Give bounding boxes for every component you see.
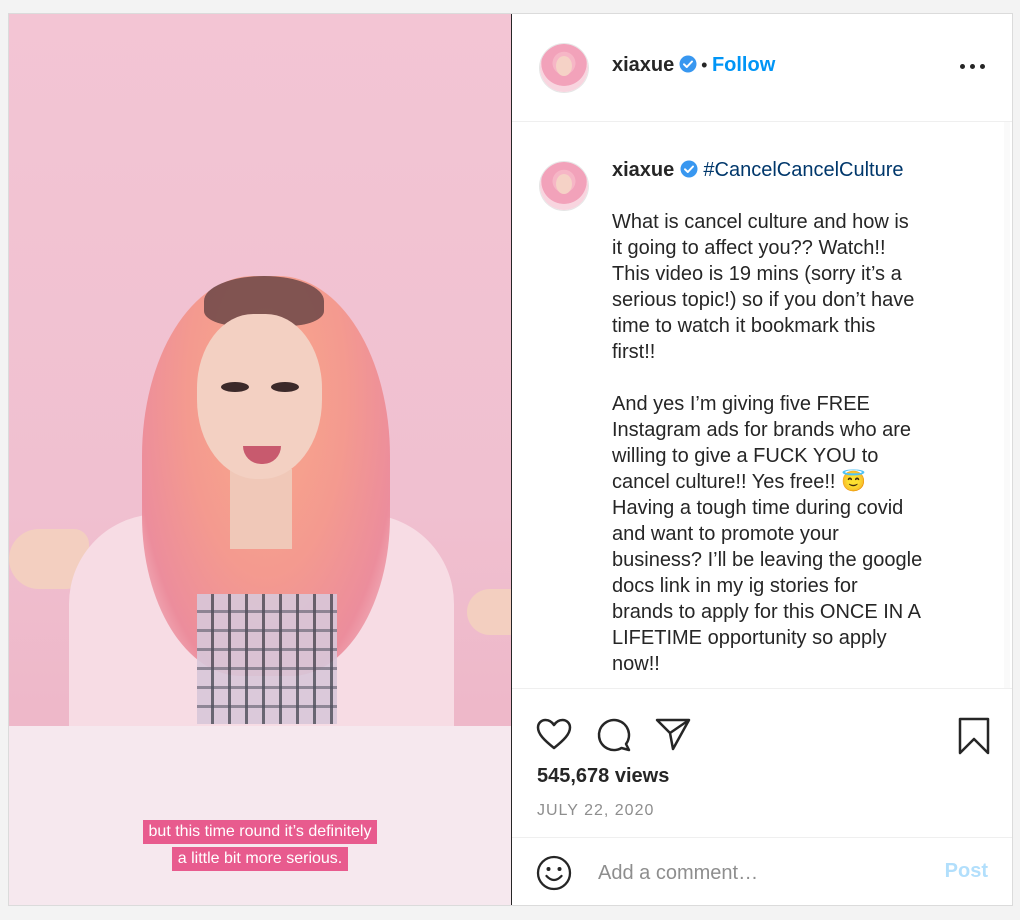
share-icon[interactable] xyxy=(655,717,691,751)
video-table-surface xyxy=(9,726,511,905)
subtitle-line-2: a little bit more serious. xyxy=(171,847,349,871)
caption-header: xiaxue #CancelCancelCulture xyxy=(612,159,904,182)
video-subtitles: but this time round it’s definitely a li… xyxy=(9,820,511,874)
caption-text: What is cancel culture and how is it goi… xyxy=(612,211,923,675)
post-side-panel: xiaxue • Follow xiaxue #CancelCancelCult… xyxy=(512,14,1012,905)
person-neck xyxy=(230,469,292,549)
view-count[interactable]: 545,678 views xyxy=(537,765,669,788)
caption-scrollbar[interactable] xyxy=(1004,122,1010,688)
caption-avatar[interactable] xyxy=(540,162,588,210)
caption-hashtag[interactable]: #CancelCancelCulture xyxy=(703,159,903,181)
subtitle-line-1: but this time round it’s definitely xyxy=(142,820,378,844)
person-eye-left xyxy=(221,382,249,392)
more-options-icon[interactable] xyxy=(960,64,986,70)
follow-button[interactable]: Follow xyxy=(712,54,775,76)
header-avatar[interactable] xyxy=(540,44,588,92)
instagram-post: but this time round it’s definitely a li… xyxy=(8,13,1013,906)
add-comment-bar: Post xyxy=(512,837,1012,905)
post-actions: 545,678 views JULY 22, 2020 Post xyxy=(512,688,1012,905)
comment-icon[interactable] xyxy=(596,717,632,753)
header-username[interactable]: xiaxue xyxy=(612,54,674,76)
verified-badge-icon xyxy=(679,55,697,73)
header-separator: • xyxy=(701,55,708,75)
person-hand-right xyxy=(467,589,511,635)
bookmark-icon[interactable] xyxy=(958,717,990,755)
person-plaid-stripes xyxy=(197,594,337,724)
comment-input[interactable] xyxy=(596,858,920,888)
caption-username[interactable]: xiaxue xyxy=(612,159,674,181)
heart-icon[interactable] xyxy=(536,718,572,750)
verified-badge-icon xyxy=(680,160,698,178)
header-user-row: xiaxue • Follow xyxy=(612,54,775,77)
post-comment-button[interactable]: Post xyxy=(945,860,988,883)
post-date[interactable]: JULY 22, 2020 xyxy=(537,802,654,820)
post-header: xiaxue • Follow xyxy=(512,14,1012,122)
post-video[interactable]: but this time round it’s definitely a li… xyxy=(9,14,511,905)
person-eye-right xyxy=(271,382,299,392)
emoji-icon[interactable] xyxy=(536,855,572,891)
